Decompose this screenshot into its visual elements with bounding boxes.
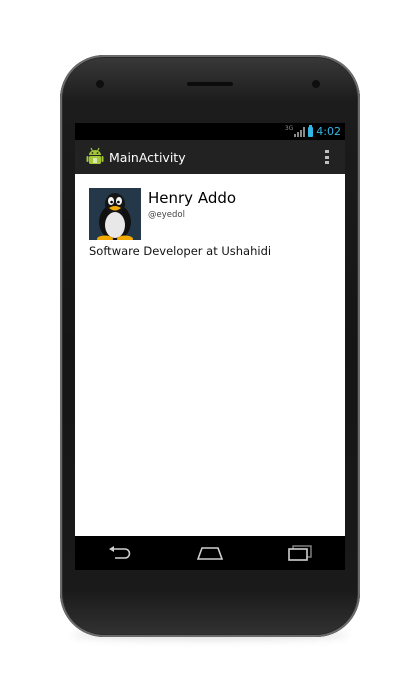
battery-icon [308,124,314,137]
earpiece-speaker [187,82,233,86]
device-screen: 3G 4:02 MainActivity Henry Addo @eyedol … [75,123,345,570]
front-sensor-left [96,80,104,88]
recents-icon[interactable] [280,541,320,565]
action-bar: MainActivity [75,140,345,174]
signal-strength-icon [294,126,306,137]
network-type-label: 3G [284,125,294,132]
home-icon[interactable] [190,541,230,565]
profile-bio: Software Developer at Ushahidi [89,244,272,258]
profile-name: Henry Addo [148,189,237,207]
profile-handle: @eyedol [148,210,185,220]
overflow-menu-icon[interactable] [325,150,329,164]
navigation-bar [75,536,345,570]
action-bar-title: MainActivity [109,149,186,165]
front-camera [312,80,320,88]
status-bar: 3G 4:02 [75,123,345,140]
main-content: Henry Addo @eyedol Software Developer at… [75,174,345,536]
android-icon[interactable] [85,147,105,167]
clock-time: 4:02 [316,125,341,138]
tux-penguin-avatar [89,188,141,240]
back-icon[interactable] [100,541,140,565]
